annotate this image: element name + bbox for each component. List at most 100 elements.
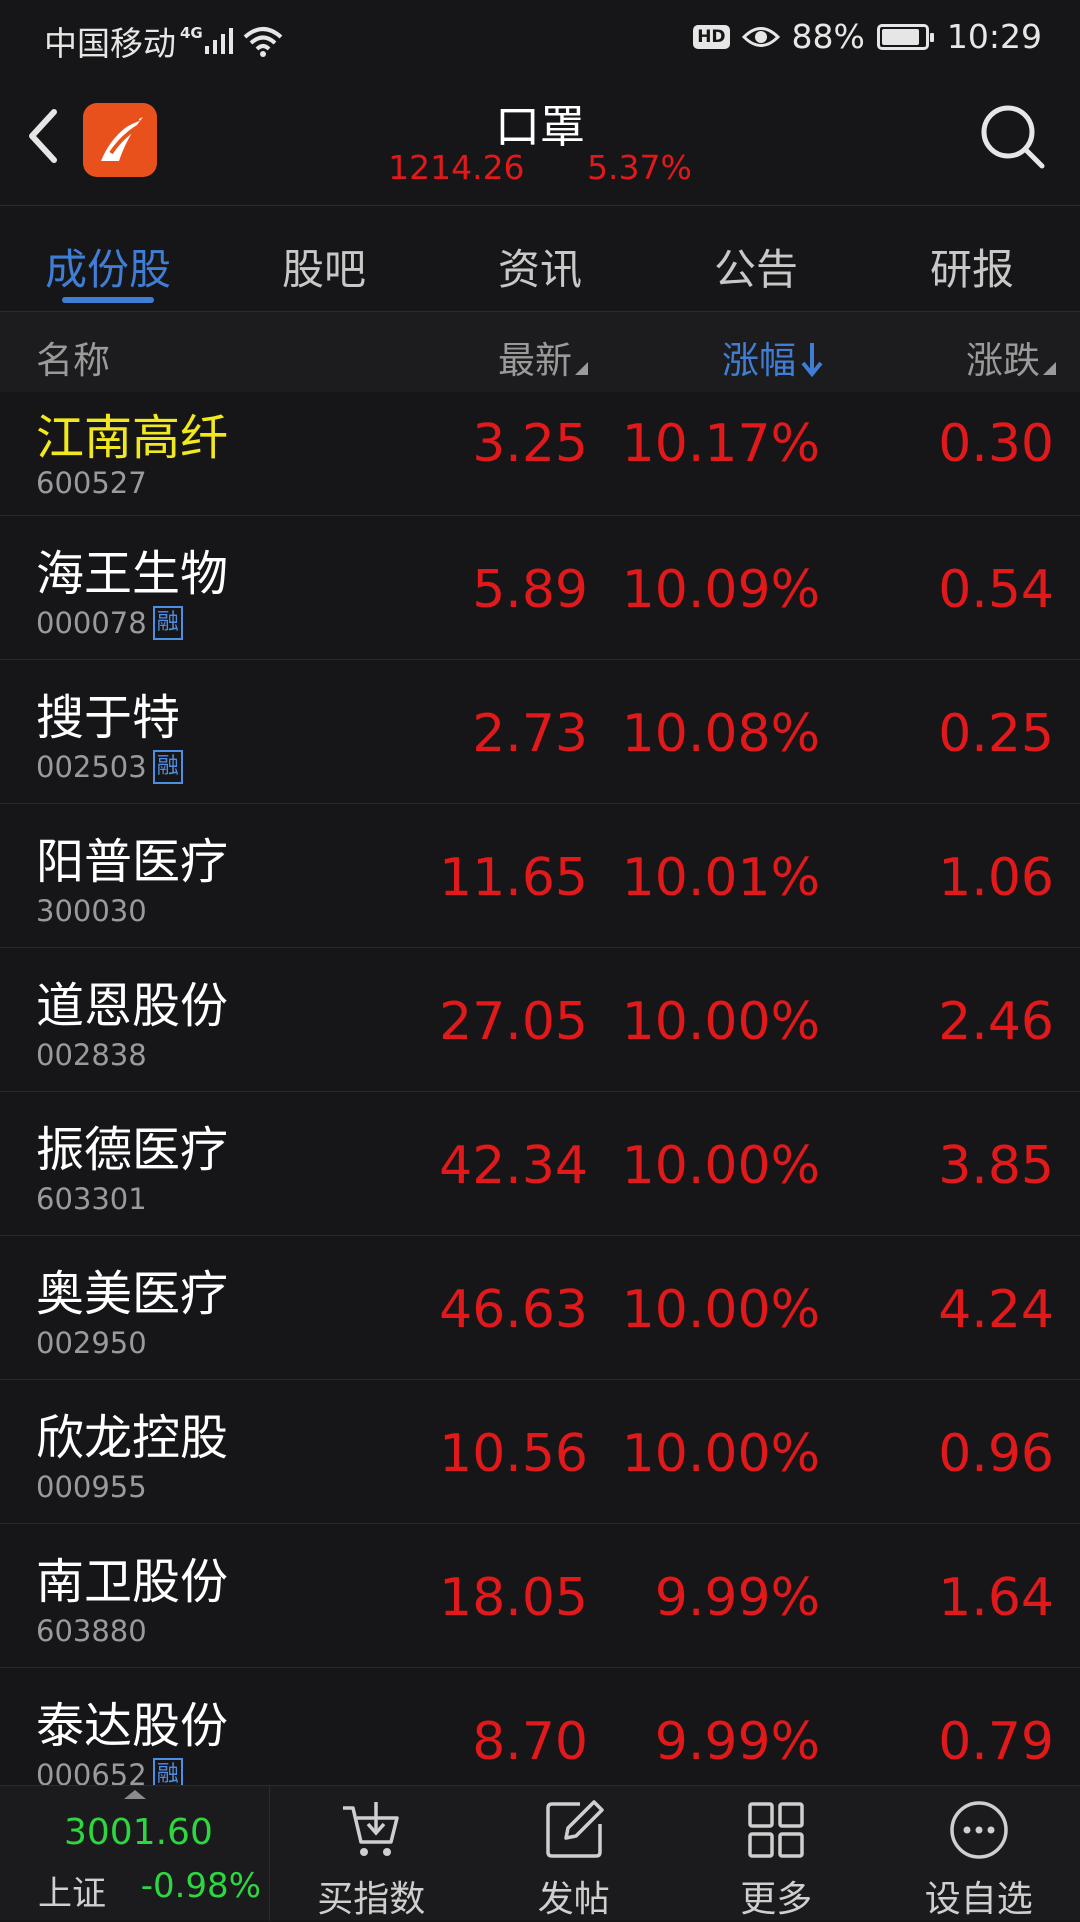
latest-price: 27.05	[439, 992, 588, 1052]
tab-label: 股吧	[282, 245, 366, 294]
status-bar: 中国移动 4G HD 88% 10:29	[0, 0, 1080, 76]
change-percent: 10.00%	[622, 1424, 820, 1484]
change-percent: 9.99%	[655, 1568, 820, 1628]
network-type: 4G	[180, 24, 203, 42]
stock-code-wrap: 000078融	[36, 606, 183, 640]
eye-icon	[742, 24, 780, 50]
change-amount: 3.85	[938, 1136, 1054, 1196]
market-index-pct: -0.98%	[141, 1866, 261, 1906]
action-label: 发帖	[473, 1870, 676, 1922]
column-chg-label: 涨跌	[966, 339, 1040, 382]
stock-code: 300030	[36, 894, 147, 928]
change-amount: 0.25	[938, 704, 1054, 764]
sort-triangle-icon	[1043, 362, 1056, 375]
action-label: 买指数	[270, 1870, 473, 1922]
stock-name: 海王生物	[36, 534, 228, 604]
stock-code-wrap: 002950	[36, 1326, 147, 1360]
stock-row[interactable]: 道恩股份00283827.0510.00%2.46	[0, 948, 1080, 1092]
latest-price: 5.89	[472, 560, 588, 620]
stock-row[interactable]: 奥美医疗002950 46.63 10.00% 4.24	[0, 1236, 1080, 1380]
tab-forum[interactable]: 股吧	[216, 206, 432, 311]
latest-price: 18.05	[439, 1568, 588, 1628]
latest-price: 42.34	[439, 1136, 588, 1196]
stock-row[interactable]: 阳普医疗300030 11.65 10.01% 1.06	[0, 804, 1080, 948]
search-icon[interactable]	[978, 102, 1048, 172]
stock-code: 600527	[36, 466, 147, 500]
market-index-value: 3001.60	[64, 1812, 213, 1853]
wifi-icon	[243, 25, 283, 57]
stock-code-wrap: 002838	[36, 1038, 147, 1072]
column-pct-sort[interactable]: 涨幅	[722, 330, 824, 384]
hd-badge: HD	[693, 25, 729, 49]
change-percent: 10.09%	[622, 560, 820, 620]
tab-constituents[interactable]: 成份股	[0, 206, 216, 311]
stock-name: 阳普医疗	[36, 822, 228, 892]
buy-index-button[interactable]: 买指数	[270, 1786, 473, 1921]
stock-row[interactable]: 南卫股份60388018.059.99%1.64	[0, 1524, 1080, 1668]
sort-down-arrow-icon	[800, 341, 824, 377]
change-amount: 2.46	[938, 992, 1054, 1052]
edit-icon	[542, 1798, 606, 1862]
battery-icon	[877, 24, 929, 50]
stock-code-wrap: 603880	[36, 1614, 147, 1648]
tab-announcements[interactable]: 公告	[648, 206, 864, 311]
latest-price: 2.73	[472, 704, 588, 764]
add-watchlist-button[interactable]: 设自选	[878, 1786, 1080, 1921]
action-label: 设自选	[878, 1870, 1080, 1922]
latest-price: 10.56	[439, 1424, 588, 1484]
stock-name: 欣龙控股	[36, 1398, 228, 1468]
stock-row[interactable]: 欣龙控股00095510.5610.00%0.96	[0, 1380, 1080, 1524]
stock-row[interactable]: 泰达股份000652融 8.70 9.99% 0.79	[0, 1668, 1080, 1785]
page-title: 口罩	[0, 90, 1080, 155]
change-amount: 0.30	[938, 414, 1054, 474]
column-chg-sort[interactable]: 涨跌	[966, 330, 1056, 384]
stock-name: 奥美医疗	[36, 1254, 228, 1324]
carrier-name: 中国移动	[44, 17, 176, 65]
change-percent: 10.00%	[622, 1280, 820, 1340]
more-button[interactable]: 更多	[675, 1786, 878, 1921]
index-summary: 1214.26 5.37%	[0, 148, 1080, 187]
column-price-sort[interactable]: 最新	[498, 330, 588, 384]
stock-row[interactable]: 江南高纤6005273.2510.17%0.30	[0, 392, 1080, 516]
change-amount: 1.06	[938, 848, 1054, 908]
battery-percent: 88%	[792, 17, 865, 56]
stock-code-wrap: 002503融	[36, 750, 183, 784]
stock-row[interactable]: 海王生物000078融5.8910.09%0.54	[0, 516, 1080, 660]
action-label: 更多	[675, 1870, 878, 1922]
stock-name: 江南高纤	[36, 398, 228, 468]
battery-level	[882, 29, 919, 45]
tab-label: 资讯	[498, 245, 582, 294]
tab-label: 成份股	[45, 245, 171, 294]
market-index-name: 上证	[38, 1866, 106, 1915]
change-amount: 0.96	[938, 1424, 1054, 1484]
post-button[interactable]: 发帖	[473, 1786, 676, 1921]
cart-icon	[339, 1798, 403, 1862]
latest-price: 46.63	[439, 1280, 588, 1340]
stock-name: 振德医疗	[36, 1110, 228, 1180]
bottom-bar: 3001.60 上证 -0.98% 买指数 发帖	[0, 1785, 1080, 1920]
stock-code: 002950	[36, 1326, 147, 1360]
stock-code-wrap: 000652融	[36, 1758, 183, 1785]
change-percent: 10.00%	[622, 1136, 820, 1196]
change-percent: 10.01%	[622, 848, 820, 908]
latest-price: 3.25	[472, 414, 588, 474]
change-amount: 0.79	[938, 1712, 1054, 1772]
tab-research[interactable]: 研报	[864, 206, 1080, 311]
margin-trading-badge: 融	[153, 1758, 183, 1785]
change-percent: 10.00%	[622, 992, 820, 1052]
market-index-widget[interactable]: 3001.60 上证 -0.98%	[0, 1786, 270, 1921]
column-pct-label: 涨幅	[722, 339, 796, 382]
nav-bar: 口罩 1214.26 5.37%	[0, 76, 1080, 206]
change-amount: 1.64	[938, 1568, 1054, 1628]
stock-row[interactable]: 搜于特002503融2.7310.08%0.25	[0, 660, 1080, 804]
latest-price: 11.65	[439, 848, 588, 908]
stock-row[interactable]: 振德医疗60330142.3410.00%3.85	[0, 1092, 1080, 1236]
tab-news[interactable]: 资讯	[432, 206, 648, 311]
stock-code-wrap: 600527	[36, 466, 147, 500]
change-amount: 4.24	[938, 1280, 1054, 1340]
change-percent: 9.99%	[655, 1712, 820, 1772]
stock-list[interactable]: 江南高纤6005273.2510.17%0.30海王生物000078融5.891…	[0, 392, 1080, 1785]
stock-name: 泰达股份	[36, 1686, 228, 1756]
stock-code: 000078	[36, 606, 147, 640]
latest-price: 8.70	[472, 1712, 588, 1772]
